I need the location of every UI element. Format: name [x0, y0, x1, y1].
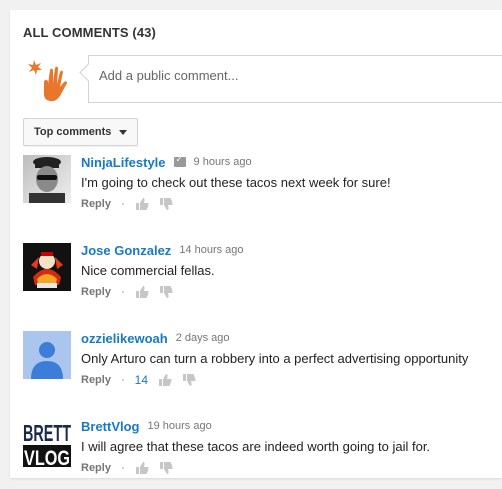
sort-label: Top comments: [34, 126, 112, 138]
comment-text: I will agree that these tacos are indeed…: [81, 439, 431, 454]
comment-time[interactable]: 14 hours ago: [179, 244, 243, 256]
thumbs-up-icon[interactable]: [158, 373, 172, 387]
thumbs-up-icon[interactable]: [135, 461, 149, 475]
comment-time[interactable]: 19 hours ago: [148, 420, 212, 432]
thumbs-down-icon[interactable]: [159, 461, 173, 475]
comments-panel: ALL COMMENTS (43) Top comments: [10, 10, 502, 478]
separator-dot: ·: [120, 286, 125, 298]
verified-badge-icon: [173, 154, 186, 167]
avatar[interactable]: BRETT VLOG: [23, 419, 71, 467]
default-user-avatar: [28, 60, 67, 102]
svg-text:BRETT: BRETT: [23, 420, 71, 446]
comment-text: I'm going to check out these tacos next …: [81, 175, 391, 190]
comment-input[interactable]: [99, 68, 479, 83]
avatar[interactable]: [23, 243, 71, 291]
reply-button[interactable]: Reply: [81, 198, 111, 210]
thumbs-down-icon[interactable]: [159, 197, 173, 211]
thumbs-down-icon[interactable]: [182, 373, 196, 387]
like-count: 14: [134, 373, 148, 387]
comment-composer[interactable]: [88, 55, 502, 103]
reply-button[interactable]: Reply: [81, 462, 111, 474]
comment-time[interactable]: 2 days ago: [176, 332, 230, 344]
comments-header: ALL COMMENTS (43): [23, 25, 156, 40]
comment-text: Nice commercial fellas.: [81, 263, 215, 278]
comment-author[interactable]: ozzielikewoah: [81, 331, 168, 346]
avatar[interactable]: [23, 331, 71, 379]
svg-text:VLOG: VLOG: [24, 447, 70, 467]
comment-author[interactable]: BrettVlog: [81, 419, 140, 434]
thumbs-down-icon[interactable]: [159, 285, 173, 299]
thumbs-up-icon[interactable]: [135, 197, 149, 211]
comment-item: ozzielikewoah 2 days ago Only Arturo can…: [23, 331, 493, 401]
comment-time[interactable]: 9 hours ago: [194, 156, 252, 168]
separator-dot: ·: [120, 462, 125, 474]
separator-dot: ·: [120, 198, 125, 210]
comment-author[interactable]: NinjaLifestyle: [81, 155, 166, 170]
comment-item: Jose Gonzalez 14 hours ago Nice commerci…: [23, 243, 493, 313]
reply-button[interactable]: Reply: [81, 374, 111, 386]
comment-author[interactable]: Jose Gonzalez: [81, 243, 171, 258]
sort-comments-dropdown[interactable]: Top comments: [23, 118, 139, 146]
separator-dot: ·: [120, 374, 125, 386]
avatar[interactable]: [23, 155, 71, 203]
chevron-down-icon: [119, 129, 128, 135]
comment-text: Only Arturo can turn a robbery into a pe…: [81, 351, 469, 366]
reply-button[interactable]: Reply: [81, 286, 111, 298]
comment-item: NinjaLifestyle 9 hours ago I'm going to …: [23, 154, 493, 225]
comment-item: BRETT VLOG BrettVlog 19 hours ago I will…: [23, 419, 493, 489]
thumbs-up-icon[interactable]: [135, 285, 149, 299]
